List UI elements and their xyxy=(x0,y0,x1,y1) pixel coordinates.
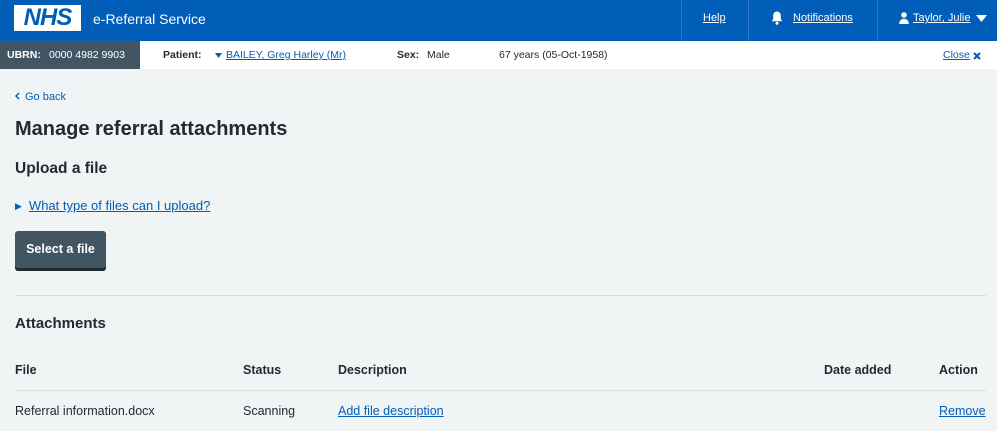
attachment-file-name: Referral information.docx xyxy=(15,404,155,418)
header-divider xyxy=(748,0,749,41)
remove-attachment-link[interactable]: Remove xyxy=(939,404,986,418)
sex-value: Male xyxy=(427,49,450,61)
patient-label: Patient: xyxy=(163,49,202,61)
ubrn-value: 0000 4982 9903 xyxy=(49,49,125,61)
upload-heading: Upload a file xyxy=(15,160,108,177)
header-divider xyxy=(877,0,878,41)
close-icon[interactable] xyxy=(973,52,981,60)
header-divider xyxy=(681,0,682,41)
file-types-details[interactable]: ▶ What type of files can I upload? xyxy=(15,198,210,213)
notifications-link[interactable]: Notifications xyxy=(793,12,853,24)
sex-label: Sex: xyxy=(397,49,420,61)
user-menu-link[interactable]: Taylor, Julie xyxy=(913,12,970,24)
add-description-link[interactable]: Add file description xyxy=(338,404,444,418)
nhs-logo[interactable]: NHS xyxy=(14,5,81,31)
attachments-heading: Attachments xyxy=(15,315,106,332)
bell-icon xyxy=(771,11,783,25)
service-name: e-Referral Service xyxy=(93,11,206,27)
file-types-summary: What type of files can I upload? xyxy=(28,198,211,213)
help-link[interactable]: Help xyxy=(703,12,726,24)
caret-down-icon[interactable] xyxy=(976,15,987,22)
caret-down-icon[interactable] xyxy=(215,53,222,58)
triangle-right-icon: ▶ xyxy=(15,201,22,211)
ubrn-box: UBRN: 0000 4982 9903 xyxy=(0,41,140,69)
table-divider xyxy=(15,390,986,391)
section-divider xyxy=(15,295,986,296)
person-icon xyxy=(899,12,909,24)
close-link[interactable]: Close xyxy=(943,49,970,61)
chevron-left-icon xyxy=(15,92,20,100)
column-header-action: Action xyxy=(939,363,978,377)
select-file-button[interactable]: Select a file xyxy=(15,231,106,268)
back-link-label: Go back xyxy=(25,91,66,103)
back-link[interactable]: Go back xyxy=(15,91,66,103)
column-header-status: Status xyxy=(243,363,282,377)
column-header-file: File xyxy=(15,363,37,377)
nhs-logo-text: NHS xyxy=(23,4,73,31)
page-title: Manage referral attachments xyxy=(15,118,288,140)
patient-name-link[interactable]: BAILEY, Greg Harley (Mr) xyxy=(226,49,346,61)
patient-banner: UBRN: 0000 4982 9903 Patient: BAILEY, Gr… xyxy=(0,41,997,69)
column-header-date-added: Date added xyxy=(824,363,892,377)
column-header-description: Description xyxy=(338,363,407,377)
ubrn-label: UBRN: xyxy=(7,49,41,61)
age-dob: 67 years (05-Oct-1958) xyxy=(499,49,608,61)
site-header: NHS e-Referral Service Help Notification… xyxy=(0,0,997,41)
attachment-status: Scanning xyxy=(243,404,296,418)
